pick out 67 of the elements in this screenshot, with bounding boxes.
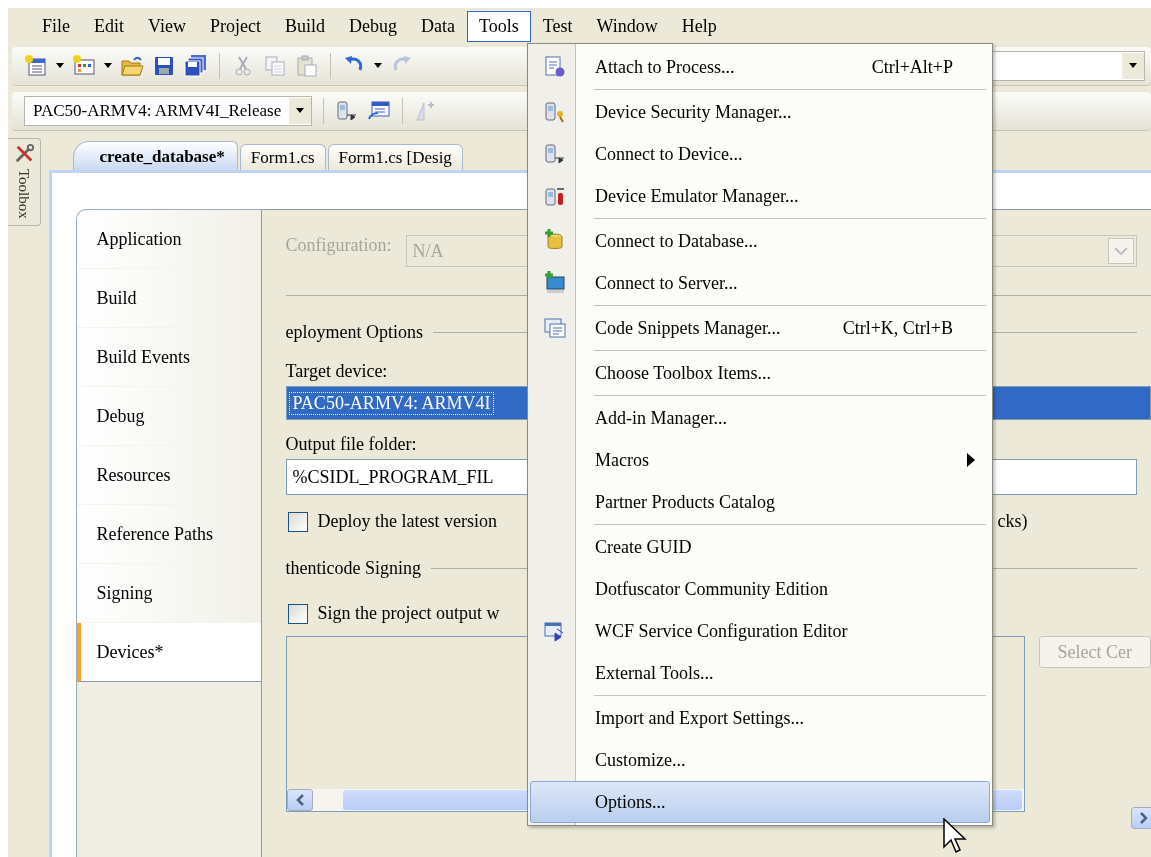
menu-item[interactable]: Partner Products Catalog — [530, 481, 990, 523]
checkbox-label: cks) — [997, 511, 1029, 532]
section-heading: thenticode Signing — [285, 558, 421, 579]
menu-item[interactable]: External Tools... — [530, 652, 990, 694]
menu-item[interactable]: Connect to Database... — [530, 220, 990, 262]
mouse-cursor-icon — [943, 818, 967, 854]
menu-item[interactable]: Create GUID — [530, 526, 990, 568]
add-item-icon[interactable] — [72, 54, 96, 78]
settings-nav-item[interactable]: Build Events — [76, 328, 261, 387]
menu-item[interactable]: WCF Service Configuration Editor — [530, 610, 990, 652]
configuration-combo-box[interactable]: PAC50-ARMV4: ARMV4I_Release — [24, 96, 313, 126]
document-tab[interactable]: Form1.cs — [239, 144, 326, 170]
menu-item[interactable]: Connect to Device... — [530, 133, 990, 175]
device-arrow-icon[interactable] — [543, 142, 567, 166]
menu-bar-item[interactable]: Project — [197, 10, 273, 42]
document-tab[interactable]: Form1.cs [Desig — [327, 144, 463, 170]
menu-item[interactable]: Choose Toolbox Items... — [530, 352, 990, 394]
menu-bar-item[interactable]: View — [136, 10, 198, 42]
settings-nav-item[interactable]: Debug — [76, 387, 261, 446]
menu-bar-item[interactable]: File — [30, 10, 82, 42]
scroll-left-button[interactable] — [286, 789, 313, 811]
chevron-left-icon — [294, 794, 305, 806]
menu-item[interactable]: Customize... — [530, 739, 990, 781]
menu-bar-item[interactable]: Help — [669, 10, 729, 42]
menu-bar-item[interactable]: Data — [408, 10, 467, 42]
menu-item[interactable]: Code Snippets Manager... Ctrl+K, Ctrl+B — [530, 307, 990, 349]
menu-item[interactable]: Device Emulator Manager... — [530, 175, 990, 217]
menu-item[interactable]: Options... — [530, 781, 990, 823]
chevron-down-icon — [1108, 238, 1134, 264]
field-label: Output file folder: — [285, 434, 417, 455]
menu-bar-item[interactable]: Edit — [82, 10, 136, 42]
settings-nav-item[interactable]: Resources — [76, 446, 261, 505]
field-label: Target device: — [285, 361, 388, 382]
document-tab[interactable]: create_database* — [72, 141, 238, 170]
device-key-icon[interactable] — [543, 100, 567, 124]
scroll-right-button[interactable] — [1131, 807, 1151, 829]
menu-bar-item[interactable]: Build — [272, 10, 337, 42]
monitor-plus-icon[interactable] — [543, 271, 567, 295]
save-icon[interactable] — [152, 54, 176, 78]
checkbox[interactable] — [287, 511, 308, 532]
settings-nav-item[interactable]: Build — [76, 269, 261, 328]
settings-nav-item[interactable]: Application — [76, 210, 261, 269]
save-all-icon[interactable] — [184, 54, 208, 78]
new-project-icon[interactable] — [24, 54, 48, 78]
menu-item[interactable]: Add-in Manager... — [530, 397, 990, 439]
open-folder-icon[interactable] — [120, 54, 144, 78]
checkbox-label: Deploy the latest version — [317, 511, 497, 532]
checkbox-label: Sign the project output w — [317, 603, 500, 624]
menu-item[interactable]: Device Security Manager... — [530, 91, 990, 133]
dropdown-arrow-icon[interactable] — [374, 63, 382, 69]
dropdown-arrow-icon[interactable] — [56, 63, 64, 69]
checkbox[interactable] — [287, 603, 308, 624]
configuration-value: N/A — [412, 240, 444, 262]
section-heading: eployment Options — [285, 322, 423, 343]
menu-item[interactable]: Dotfuscator Community Edition — [530, 568, 990, 610]
configuration-label: Configuration: — [285, 235, 392, 256]
chevron-right-icon — [1139, 812, 1149, 824]
menu-bar-item[interactable]: Debug — [336, 10, 409, 42]
menu-item[interactable]: Connect to Server... — [530, 262, 990, 304]
menu-bar-item[interactable]: Test — [530, 10, 585, 42]
menu-item[interactable]: Macros — [530, 439, 990, 481]
menu-bar-item[interactable]: Window — [584, 10, 670, 42]
settings-nav-item[interactable]: Devices* — [76, 623, 263, 682]
dropdown-arrow-icon[interactable] — [104, 63, 112, 69]
settings-nav-item[interactable]: Reference Paths — [76, 505, 261, 564]
menu-bar-item[interactable]: Tools — [466, 10, 531, 42]
menu-item[interactable]: Import and Export Settings... — [530, 697, 990, 739]
